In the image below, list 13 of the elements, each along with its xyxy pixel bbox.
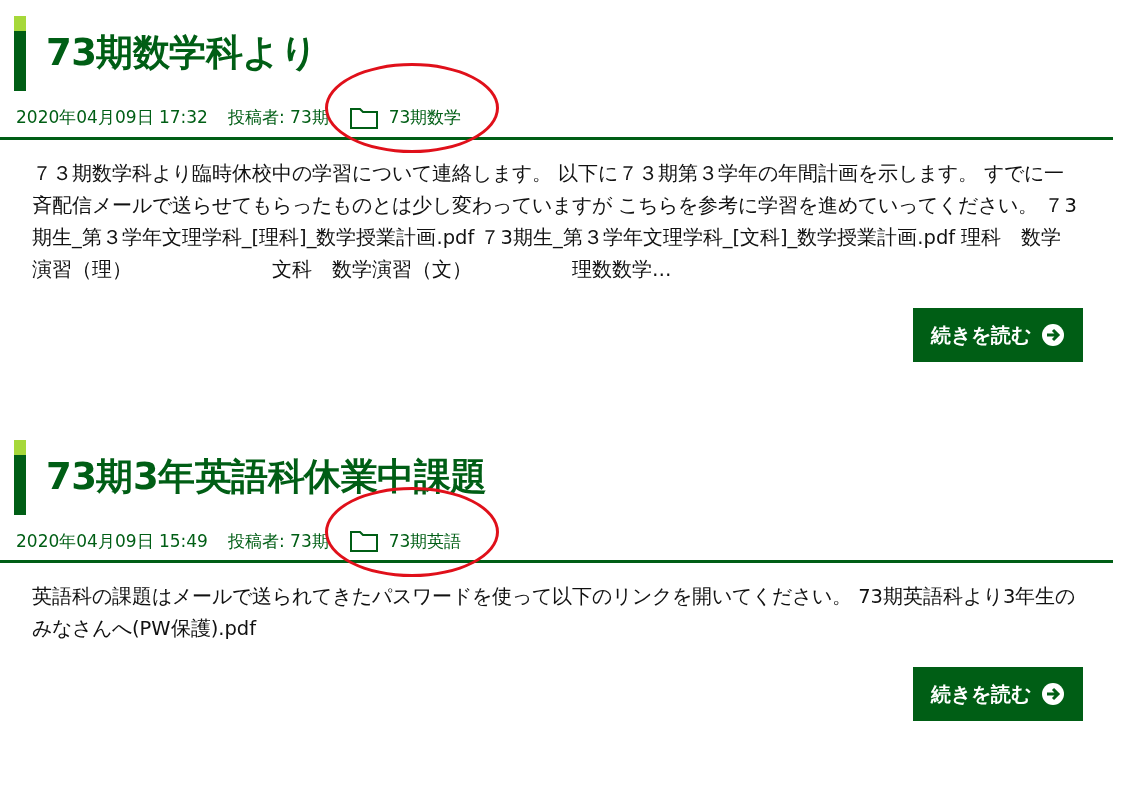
folder-icon <box>348 105 379 130</box>
read-more-button[interactable]: 続きを読む <box>913 667 1083 721</box>
category-link[interactable]: 73期英語 <box>388 528 462 554</box>
folder-icon <box>348 529 379 554</box>
post-excerpt: ７３期数学科より臨時休校中の学習について連絡します。 以下に７３期第３学年の年間計画を示します。 すでに一斉配信メールで送らせてもらったものとは少し変わっていますが こちらを参考に学習を進めていってください。 ７3期生_第３学年文理学科_[理科]_数学授業計画.pdf ７3期生_第３学年文理学科_[文科]_数学授業計画.pdf 理科 数学演習（理） 文科 数学演習（文） 理数数学… <box>31 160 1078 283</box>
arrow-circle-icon <box>1041 322 1065 347</box>
post-title[interactable]: 73期数学科より <box>46 31 318 76</box>
arrow-circle-icon <box>1041 682 1065 706</box>
post-date: 2020年04月09日 17:32 <box>16 106 208 129</box>
post-date: 2020年04月09日 15:49 <box>16 529 208 553</box>
post-excerpt: 英語科の課題はメールで送られてきたパスワードを使って以下のリンクを開いてください。 73期英語科より3年生のみなさんへ(PW保護).pdf <box>31 584 1077 642</box>
category-link[interactable]: 73期数学 <box>388 105 462 131</box>
read-more-button[interactable]: 続きを読む <box>913 307 1083 362</box>
